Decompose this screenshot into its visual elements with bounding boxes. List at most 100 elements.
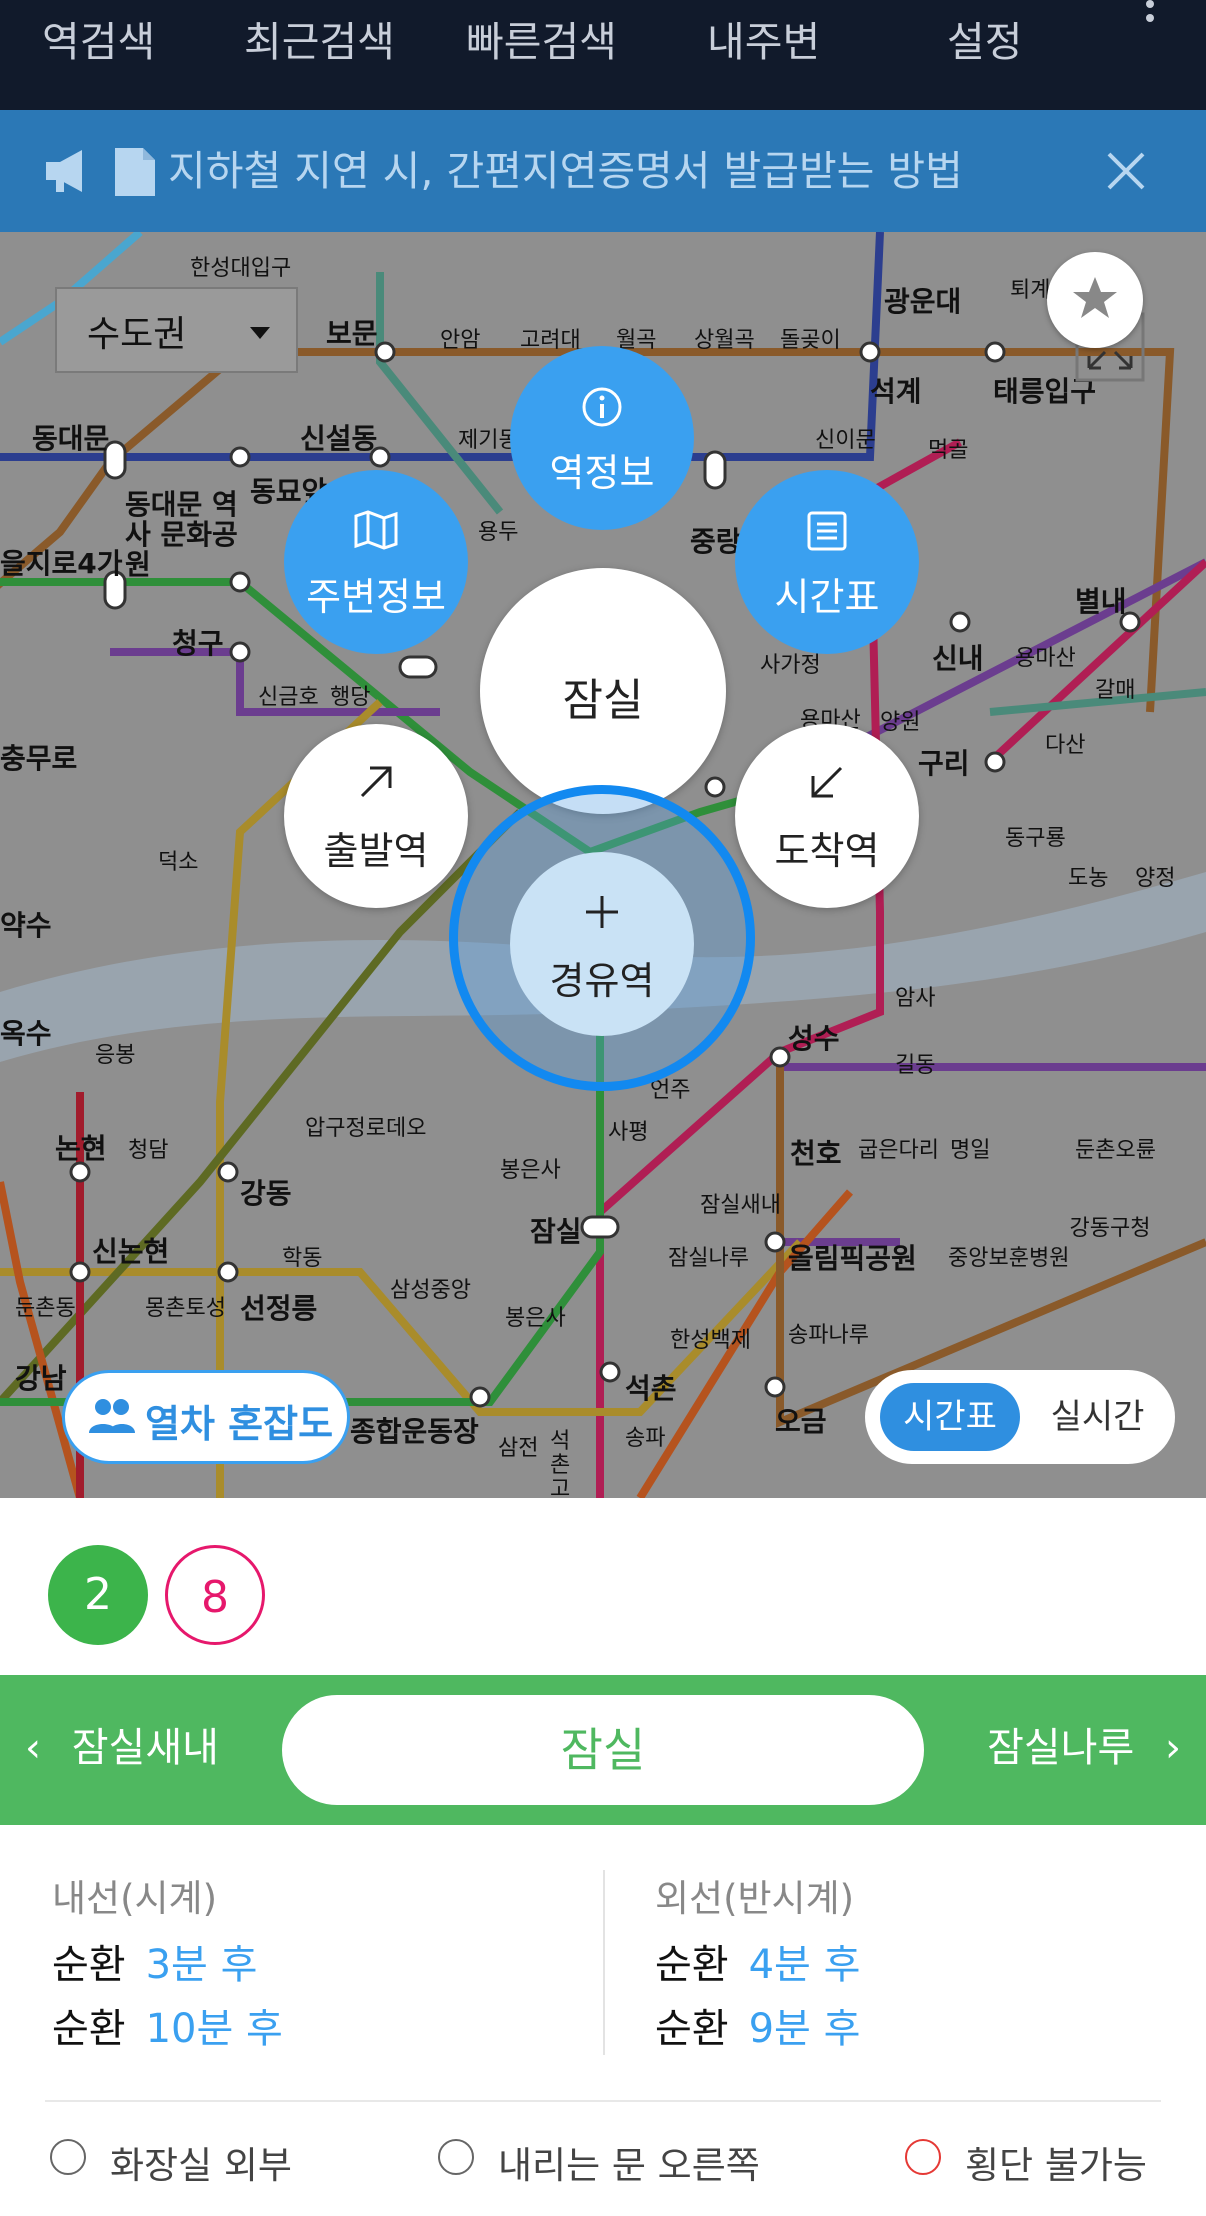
station-label[interactable]: 덕소 <box>158 844 198 876</box>
prev-station-button[interactable]: ‹ 잠실새내 <box>25 1715 219 1773</box>
timetable-button[interactable]: 시간표 <box>735 470 919 654</box>
station-label[interactable]: 사평 <box>608 1114 648 1146</box>
station-label[interactable]: 별내 <box>1075 580 1127 620</box>
station-label[interactable]: 신내 <box>932 637 984 677</box>
station-label[interactable]: 안암 <box>440 322 480 354</box>
set-arrival-label: 도착역 <box>774 829 880 873</box>
station-label[interactable]: 신논현 <box>92 1230 169 1270</box>
station-label[interactable]: 중랑 <box>690 520 742 560</box>
map-icon <box>354 510 398 550</box>
station-label[interactable]: 고려대 <box>520 322 581 354</box>
station-label[interactable]: 신금호 <box>258 679 319 711</box>
close-icon[interactable] <box>1106 151 1146 191</box>
station-label[interactable]: 신이문 <box>815 422 876 454</box>
station-label[interactable]: 용두 <box>478 514 518 546</box>
set-arrival-button[interactable]: 도착역 <box>735 724 919 908</box>
station-label[interactable]: 올림픽공원 <box>788 1237 917 1277</box>
station-label[interactable]: 잠실나루 <box>668 1240 749 1272</box>
train-congestion-button[interactable]: 열차 혼잡도 <box>62 1370 350 1464</box>
station-label[interactable]: 봉은사 <box>500 1152 561 1184</box>
station-label[interactable]: 압구정로데오 <box>305 1110 426 1142</box>
station-label[interactable]: 천호 <box>790 1132 842 1172</box>
nearby-info-button[interactable]: 주변정보 <box>284 470 468 654</box>
station-label[interactable]: 다산 <box>1045 727 1085 759</box>
station-label[interactable]: 중앙보훈병원 <box>948 1240 1069 1272</box>
station-label[interactable]: 둔촌오륜 <box>1075 1132 1156 1164</box>
station-label[interactable]: 성수 <box>788 1017 840 1057</box>
station-label[interactable]: 한성대입구 <box>190 250 291 282</box>
station-label[interactable]: 양원 <box>880 704 920 736</box>
station-label[interactable]: 강남 <box>15 1357 67 1397</box>
station-label[interactable]: 상월곡 <box>694 322 755 354</box>
set-departure-button[interactable]: 출발역 <box>284 724 468 908</box>
station-label[interactable]: 암사 <box>895 980 935 1012</box>
station-label[interactable]: 광운대 <box>884 280 961 320</box>
station-label[interactable]: 돌곶이 <box>780 322 841 354</box>
station-label[interactable]: 갈매 <box>1095 672 1135 704</box>
station-label[interactable]: 논현 <box>55 1127 107 1167</box>
favorite-button[interactable] <box>1047 252 1143 348</box>
timetable-realtime-toggle[interactable]: 시간표 실시간 <box>865 1370 1175 1464</box>
station-label[interactable]: 충무로 <box>0 737 77 777</box>
station-label[interactable]: 응봉 <box>95 1037 135 1069</box>
toggle-realtime[interactable]: 실시간 <box>1035 1383 1160 1451</box>
people-icon <box>89 1399 135 1433</box>
station-label[interactable]: 동구룡 <box>1005 820 1066 852</box>
more-menu-icon[interactable] <box>1146 0 1156 30</box>
station-label[interactable]: 행당 <box>330 679 370 711</box>
station-label[interactable]: 삼전 <box>498 1430 538 1462</box>
station-label[interactable]: 을지로4가 <box>0 542 123 582</box>
station-label[interactable]: 약수 <box>0 904 52 944</box>
station-label[interactable]: 삼성중앙 <box>390 1272 471 1304</box>
station-label[interactable]: 봉은사 <box>505 1300 566 1332</box>
station-label[interactable]: 선정릉 <box>240 1287 317 1327</box>
station-label[interactable]: 잠실 <box>530 1210 582 1250</box>
station-label[interactable]: 종합운동장 <box>350 1410 479 1450</box>
station-label[interactable]: 둔촌동 <box>15 1290 76 1322</box>
notice-banner[interactable]: 지하철 지연 시, 간편지연증명서 발급받는 방법 <box>0 110 1206 232</box>
star-icon <box>1073 277 1117 318</box>
station-label[interactable]: 몽촌토성 <box>145 1290 226 1322</box>
station-label[interactable]: 명일 <box>950 1132 990 1164</box>
station-label[interactable]: 양정 <box>1135 860 1175 892</box>
toilet-icon <box>50 2139 86 2175</box>
tab-station-search[interactable]: 역검색 <box>42 12 155 72</box>
station-label[interactable]: 석계 <box>870 370 922 410</box>
station-label[interactable]: 용마산 <box>1015 640 1076 672</box>
station-label[interactable]: 강동 <box>240 1172 292 1212</box>
station-label[interactable]: 석촌 <box>625 1367 677 1407</box>
station-label[interactable]: 송파 <box>625 1420 665 1452</box>
station-label[interactable]: 옥수 <box>0 1012 52 1052</box>
line-badge-8[interactable]: 8 <box>165 1545 265 1645</box>
tab-recent-search[interactable]: 최근검색 <box>244 12 395 72</box>
tab-nearby[interactable]: 내주변 <box>707 12 820 72</box>
station-label[interactable]: 강동구청 <box>1055 1217 1165 1241</box>
line-badge-2[interactable]: 2 <box>48 1545 148 1645</box>
station-label[interactable]: 송파나루 <box>788 1317 869 1349</box>
station-label[interactable]: 구리 <box>918 742 970 782</box>
station-label[interactable]: 동대문 역사 문화공원 <box>125 490 245 580</box>
station-label[interactable]: 오금 <box>775 1400 827 1440</box>
station-label[interactable]: 한성백제 <box>670 1322 751 1354</box>
tab-quick-search[interactable]: 빠른검색 <box>466 12 617 72</box>
station-label[interactable]: 굽은다리 <box>858 1132 939 1164</box>
toggle-timetable[interactable]: 시간표 <box>880 1383 1020 1451</box>
station-info-button[interactable]: 역정보 <box>510 346 694 530</box>
next-station-button[interactable]: 잠실나루 › <box>987 1715 1181 1773</box>
tab-settings[interactable]: 설정 <box>947 12 1022 72</box>
station-label[interactable]: 청담 <box>128 1132 168 1164</box>
station-label[interactable]: 먹골 <box>928 432 968 464</box>
set-via-button[interactable]: 경유역 <box>510 852 694 1036</box>
station-label[interactable]: 청구 <box>172 622 224 662</box>
station-label[interactable]: 석촌고분 <box>550 1430 590 1499</box>
arrival-time: 9분 후 <box>748 2006 861 2052</box>
station-label[interactable]: 도농 <box>1068 860 1108 892</box>
region-select[interactable]: 수도권 <box>55 287 298 373</box>
station-label[interactable]: 신설동 <box>300 417 377 457</box>
station-label[interactable]: 잠실새내 <box>700 1187 781 1219</box>
station-label[interactable]: 학동 <box>282 1240 322 1272</box>
station-label[interactable]: 보문 <box>326 312 378 352</box>
station-label[interactable]: 길동 <box>895 1047 935 1079</box>
station-label[interactable]: 동대문 <box>32 417 109 457</box>
crossing-info-text: 횡단 불가능 <box>965 2144 1147 2187</box>
